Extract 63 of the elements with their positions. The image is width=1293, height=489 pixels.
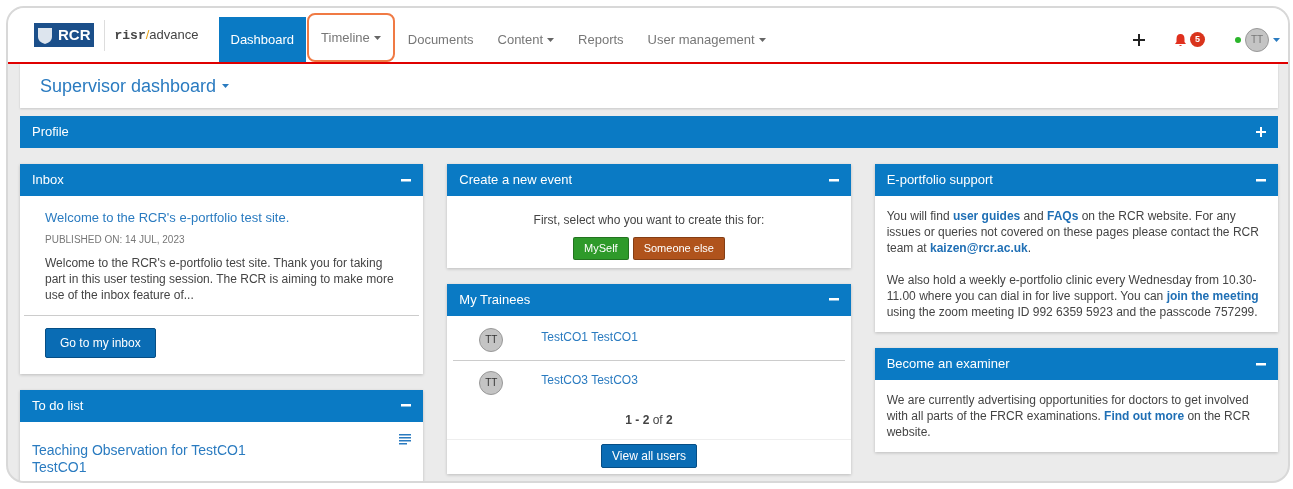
rcr-logo: RCR (34, 23, 94, 47)
pagination-text: 1 - 2 of 2 (624, 411, 674, 429)
event-option-button[interactable]: Someone else (632, 237, 725, 260)
crest-icon (36, 26, 54, 44)
add-icon[interactable] (1133, 33, 1145, 46)
nav-tab[interactable]: Content (485, 17, 567, 62)
trainee-link[interactable]: TestCO1 TestCO1 (541, 327, 638, 346)
todo-item[interactable]: Teaching Observation for TestCO1 TestCO1 (32, 441, 272, 476)
panel-header[interactable]: My Trainees (447, 283, 851, 316)
nav-tab[interactable]: Reports (566, 17, 636, 62)
caret-icon (222, 84, 230, 88)
nav-tab[interactable]: Dashboard (218, 17, 307, 62)
minus-icon[interactable] (401, 178, 412, 182)
prompt-text: First, select who you want to create this for: (532, 212, 766, 229)
trainee-avatar: TT (479, 370, 504, 395)
profile-header[interactable]: Profile (20, 116, 1278, 148)
event-option-button[interactable]: MySelf (573, 237, 629, 260)
minus-icon[interactable] (1256, 178, 1266, 182)
brand-logo: risr/advance (103, 19, 199, 51)
message-title[interactable]: Welcome to the RCR's e-portfolio test site. (45, 208, 399, 228)
caret-icon (547, 37, 555, 42)
panel-title: Inbox (32, 171, 64, 190)
inline-link[interactable]: user guides (952, 209, 1021, 223)
nav-tab[interactable]: User management (635, 17, 778, 62)
panel-header[interactable]: E-portfolio support (874, 164, 1278, 196)
inline-link[interactable]: Find out more (1104, 409, 1185, 423)
minus-icon[interactable] (828, 178, 839, 182)
list-icon[interactable] (399, 433, 412, 445)
panel-title: E-portfolio support (886, 171, 993, 190)
nav-tab[interactable]: Timeline (309, 15, 393, 60)
minus-icon[interactable] (828, 298, 839, 301)
panel-title: Profile (32, 123, 69, 142)
panel-header[interactable]: Become an examiner (874, 348, 1278, 380)
caret-icon (373, 35, 381, 40)
panel-title: My Trainees (459, 290, 531, 309)
paragraph: You will find user guides and FAQs on the RCR website. For any issues or queries not covered on these pages please contact the RCR team at kaizen@rcr.ac.uk. (886, 208, 1260, 256)
published-date: PUBLISHED ON: 14 JUL, 2023 (45, 232, 186, 247)
nav-tab[interactable]: Documents (395, 17, 486, 62)
paragraph: We are currently advertising opportunities for doctors to get involved with all parts of the FRCR examinations. Find out more on the RCR website. (886, 392, 1252, 440)
inline-link[interactable]: join the meeting (1166, 289, 1259, 303)
inline-link[interactable]: FAQs (1047, 209, 1079, 223)
message-excerpt: Welcome to the RCR's e-portfolio test site. Thank you for taking part in this user testing session. The RCR is aiming to make more use of the inbox feature of... (45, 254, 395, 303)
view-users-button[interactable]: View all users (601, 443, 697, 468)
panel-header[interactable]: Create a new event (447, 164, 851, 196)
minus-icon[interactable] (1256, 362, 1266, 366)
trainee-avatar: TT (479, 327, 504, 352)
minus-icon[interactable] (401, 404, 412, 407)
panel-header[interactable]: Inbox (20, 164, 424, 196)
page-title[interactable]: Supervisor dashboard (40, 72, 217, 100)
plus-icon[interactable] (1256, 127, 1266, 137)
paragraph: We also hold a weekly e-portfolio clinic every Wednesday from 10.30-11.00 where you can dial in for live support. You can join the meeting using the zoom meeting ID 992 6359 5923 and the passcode 757299. (886, 272, 1260, 320)
notification-badge: 5 (1190, 31, 1205, 48)
panel-header[interactable]: To do list (20, 389, 424, 422)
inline-link[interactable]: kaizen@rcr.ac.uk (930, 241, 1028, 255)
caret-icon (1273, 37, 1280, 42)
panel-title: Create a new event (459, 171, 573, 190)
panel-title: To do list (32, 396, 84, 415)
caret-icon (758, 37, 766, 42)
user-avatar[interactable]: TT (1245, 27, 1269, 52)
panel-title: Become an examiner (886, 355, 1010, 374)
inbox-button[interactable]: Go to my inbox (45, 327, 156, 358)
trainee-link[interactable]: TestCO3 TestCO3 (541, 370, 638, 389)
bell-icon[interactable] (1175, 33, 1186, 46)
